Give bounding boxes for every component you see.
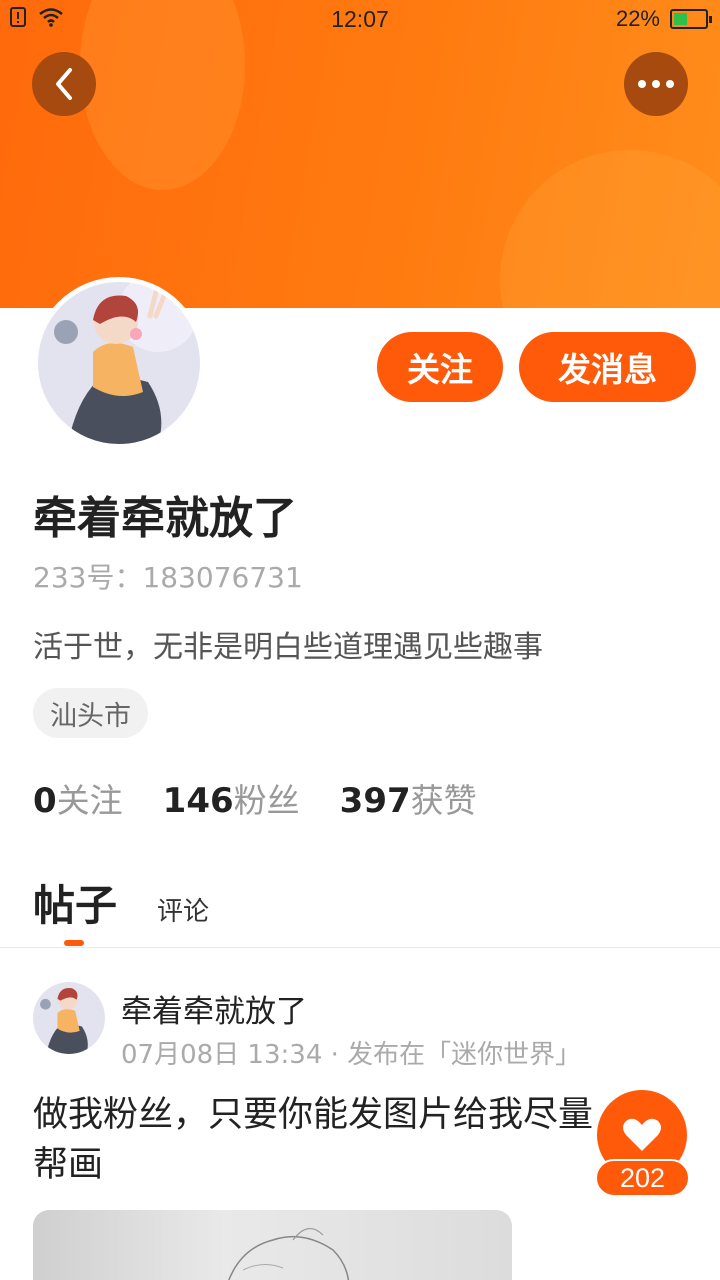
profile-nickname: 牵着牵就放了 [33, 493, 297, 544]
battery-level [674, 13, 687, 25]
profile-stats: 0关注 146粉丝 397获赞 [33, 774, 477, 822]
stat-value: 397 [339, 781, 411, 821]
avatar-image [38, 282, 200, 444]
stat-label: 关注 [56, 781, 123, 820]
battery-percent: 22% [615, 6, 660, 31]
post-author-avatar[interactable] [33, 982, 105, 1054]
profile-tabs: 帖子 评论 [33, 872, 209, 933]
banner-decoration [500, 150, 720, 308]
stat-label: 粉丝 [233, 781, 300, 820]
post-image[interactable] [33, 1210, 512, 1280]
stat-value: 146 [162, 781, 234, 821]
heart-icon [623, 1118, 661, 1151]
stat-following[interactable]: 0关注 [33, 774, 123, 822]
follow-button[interactable]: 关注 [377, 332, 503, 402]
more-button[interactable] [624, 52, 688, 116]
more-dots-icon [638, 80, 674, 88]
stat-fans[interactable]: 146粉丝 [163, 774, 300, 822]
avatar[interactable] [33, 277, 205, 449]
avatar-image [33, 982, 105, 1054]
post-author-name[interactable]: 牵着牵就放了 [121, 986, 307, 1031]
chevron-left-icon [56, 68, 72, 100]
tab-posts[interactable]: 帖子 [33, 872, 117, 933]
status-time: 12:07 [331, 6, 389, 32]
sketch-image [228, 1228, 350, 1280]
profile-bio: 活于世，无非是明白些道理遇见些趣事 [33, 630, 543, 665]
tab-comments[interactable]: 评论 [157, 891, 209, 928]
location-tag[interactable]: 汕头市 [33, 688, 148, 738]
stat-likes: 397获赞 [340, 774, 477, 822]
post-meta: 07月08日 13:34 · 发布在「迷你世界」 [121, 1040, 582, 1070]
back-button[interactable] [32, 52, 96, 116]
status-bar: 12:07 22% [0, 0, 720, 38]
battery-icon [670, 9, 712, 29]
divider [0, 947, 720, 948]
active-tab-indicator [64, 940, 84, 946]
profile-banner [0, 0, 720, 308]
send-message-button[interactable]: 发消息 [519, 332, 696, 402]
post-text[interactable]: 做我粉丝，只要你能发图片给我尽量帮画 [33, 1090, 603, 1190]
user-id: 233号：183076731 [33, 561, 303, 594]
stat-label: 获赞 [410, 781, 477, 820]
stat-value: 0 [33, 781, 57, 821]
like-count: 202 [595, 1159, 690, 1197]
